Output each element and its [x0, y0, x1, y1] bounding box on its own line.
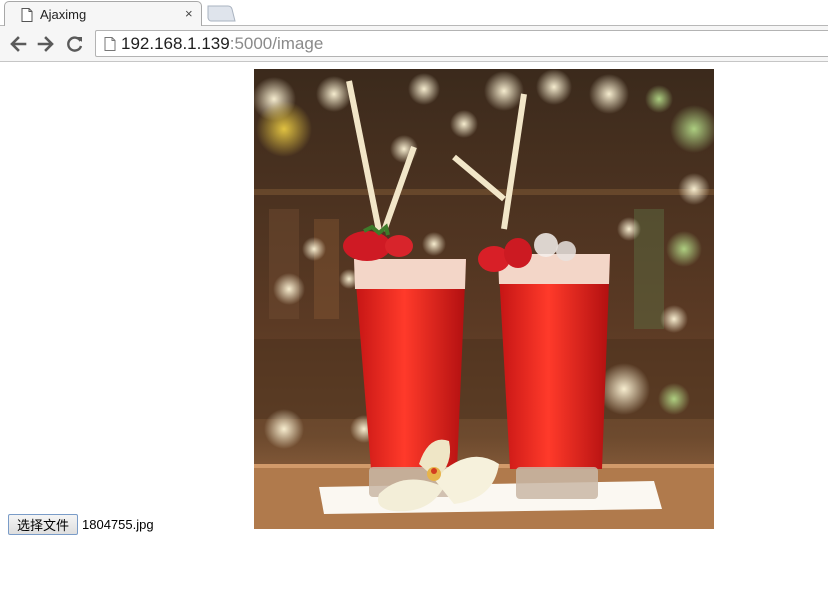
tab-strip: Ajaximg ×: [0, 0, 828, 27]
reload-icon[interactable]: [65, 34, 85, 54]
url-path: :5000/image: [229, 34, 324, 53]
page-icon: [21, 8, 33, 22]
back-icon[interactable]: [8, 34, 28, 54]
forward-icon[interactable]: [36, 34, 56, 54]
choose-file-button[interactable]: 选择文件: [8, 514, 78, 535]
browser-tab[interactable]: Ajaximg ×: [4, 1, 202, 27]
address-bar[interactable]: 192.168.1.139:5000/image: [95, 30, 828, 57]
page-icon: [104, 37, 116, 51]
selected-file-name: 1804755.jpg: [82, 517, 154, 532]
browser-toolbar: 192.168.1.139:5000/image: [0, 26, 828, 62]
tab-title: Ajaximg: [40, 7, 87, 22]
url-text[interactable]: 192.168.1.139:5000/image: [121, 34, 323, 54]
uploaded-image: [254, 69, 714, 529]
page-content: 选择文件 1804755.jpg: [0, 63, 828, 596]
new-tab-icon[interactable]: [204, 5, 236, 22]
url-host: 192.168.1.139: [121, 34, 230, 53]
close-icon[interactable]: ×: [185, 6, 193, 22]
